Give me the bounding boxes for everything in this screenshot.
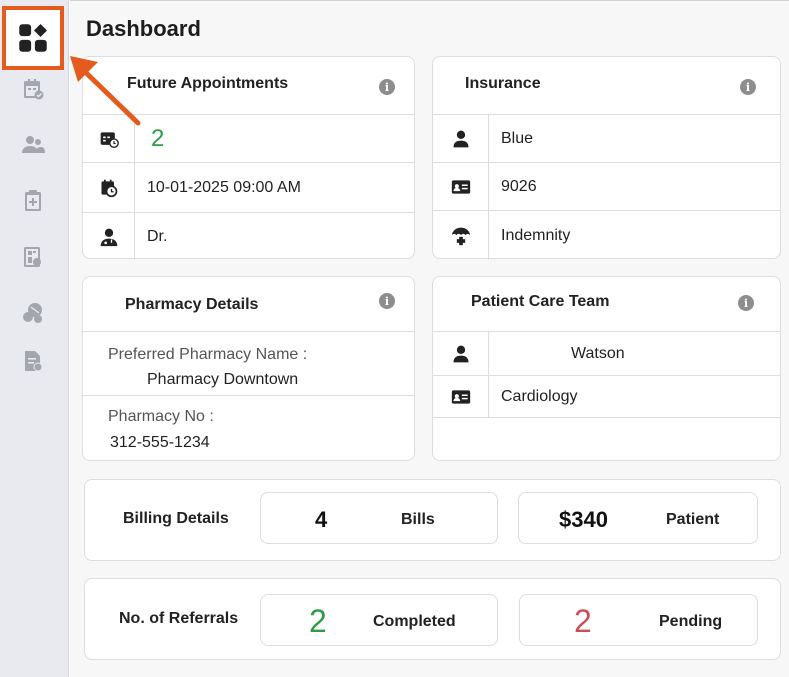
patient-amount: $340 <box>559 507 608 532</box>
pending-count: 2 <box>574 603 592 639</box>
insurance-card: Insurance i Blue 9026 Indemnity <box>432 56 781 260</box>
sidebar-item-reports[interactable] <box>16 240 50 274</box>
person-icon <box>453 345 468 362</box>
card-header: Pharmacy Details i <box>83 277 414 332</box>
pharmacy-number: 312-555-1234 <box>110 434 210 451</box>
completed-referrals-box[interactable]: 2 Completed <box>260 594 498 646</box>
sidebar <box>0 0 69 677</box>
care-team-specialty: Cardiology <box>501 387 578 405</box>
pharmacy-details-card: Pharmacy Details i Preferred Pharmacy Na… <box>82 276 415 461</box>
pharmacy-number-label: Pharmacy No : <box>108 408 214 425</box>
bills-count-box[interactable]: 4 Bills <box>260 492 498 544</box>
pharmacy-name: Pharmacy Downtown <box>147 371 299 388</box>
patient-label: Patient <box>666 511 720 528</box>
pharmacy-title: Pharmacy Details <box>125 296 259 313</box>
sidebar-item-care-team[interactable] <box>16 128 50 162</box>
appointment-datetime-row: 10-01-2025 09:00 AM <box>83 163 414 213</box>
pills-icon <box>23 303 42 323</box>
row-icon-cell <box>433 115 489 162</box>
future-appointments-card: Future Appointments i 2 10-01-2025 09:00… <box>82 56 415 260</box>
row-icon-cell <box>433 211 489 260</box>
row-icon-cell <box>83 163 135 212</box>
insurance-plan-row: Blue <box>433 115 780 163</box>
info-icon[interactable]: i <box>379 79 395 95</box>
pharmacy-number-section: Pharmacy No : 312-555-1234 <box>83 396 414 462</box>
umbrella-medical-icon <box>451 227 470 245</box>
calendar-alarm-icon <box>101 179 117 197</box>
patient-balance-box[interactable]: $340 Patient <box>518 492 758 544</box>
sidebar-item-clipboard[interactable] <box>16 184 50 218</box>
row-icon-cell <box>83 115 135 162</box>
insurance-type: Indemnity <box>501 226 571 244</box>
person-icon <box>453 130 468 147</box>
pharmacy-name-section: Preferred Pharmacy Name : Pharmacy Downt… <box>83 332 414 396</box>
appointment-count: 2 <box>151 124 165 152</box>
clipboard-plus-icon <box>25 190 41 211</box>
future-appointments-title: Future Appointments <box>127 75 289 92</box>
row-icon-cell <box>433 332 489 375</box>
info-icon[interactable]: i <box>740 79 756 95</box>
care-team-title: Patient Care Team <box>471 293 610 310</box>
completed-label: Completed <box>373 613 456 630</box>
bills-label: Bills <box>401 511 435 528</box>
prescription-document-icon <box>25 351 43 372</box>
care-team-specialty-row: Cardiology <box>433 376 780 418</box>
medical-report-icon <box>24 247 41 267</box>
info-icon[interactable]: i <box>738 295 754 311</box>
care-team-member: Watson <box>571 344 625 362</box>
appointment-datetime: 10-01-2025 09:00 AM <box>147 178 301 196</box>
row-icon-cell <box>433 163 489 210</box>
appointment-count-row: 2 <box>83 115 414 163</box>
sidebar-item-prescriptions[interactable] <box>16 344 50 378</box>
info-icon[interactable]: i <box>379 293 395 309</box>
page-title: Dashboard <box>86 16 201 41</box>
row-icon-cell <box>433 376 489 417</box>
calendar-check-icon <box>24 79 44 100</box>
patient-care-team-card: Patient Care Team i Watson Cardiology <box>432 276 781 461</box>
sidebar-item-medications[interactable] <box>16 296 50 330</box>
id-card-icon <box>451 389 470 404</box>
sidebar-item-appointments[interactable] <box>16 72 50 106</box>
id-card-icon <box>451 179 470 194</box>
completed-count: 2 <box>309 603 327 639</box>
pending-referrals-box[interactable]: 2 Pending <box>519 594 758 646</box>
insurance-title: Insurance <box>465 75 541 92</box>
dashboard-icon <box>19 24 47 52</box>
doctor-icon <box>100 228 117 246</box>
appointment-doctor: Dr. <box>147 227 168 245</box>
calendar-clock-icon <box>100 131 119 148</box>
insurance-type-row: Indemnity <box>433 211 780 260</box>
sidebar-item-dashboard[interactable] <box>2 6 64 70</box>
card-header: Patient Care Team i <box>433 277 780 332</box>
billing-title: Billing Details <box>123 510 229 527</box>
card-header: Insurance i <box>433 57 780 115</box>
care-team-member-row: Watson <box>433 332 780 376</box>
insurance-plan: Blue <box>501 129 534 147</box>
pending-label: Pending <box>659 613 723 630</box>
pharmacy-name-label: Preferred Pharmacy Name : <box>108 346 308 363</box>
users-icon <box>22 136 45 153</box>
insurance-member-id: 9026 <box>501 177 537 195</box>
row-icon-cell <box>83 213 135 260</box>
bills-count: 4 <box>315 507 328 532</box>
card-header: Future Appointments i <box>83 57 414 115</box>
insurance-id-row: 9026 <box>433 163 780 211</box>
appointment-doctor-row: Dr. <box>83 213 414 260</box>
referrals-title: No. of Referrals <box>119 610 239 627</box>
